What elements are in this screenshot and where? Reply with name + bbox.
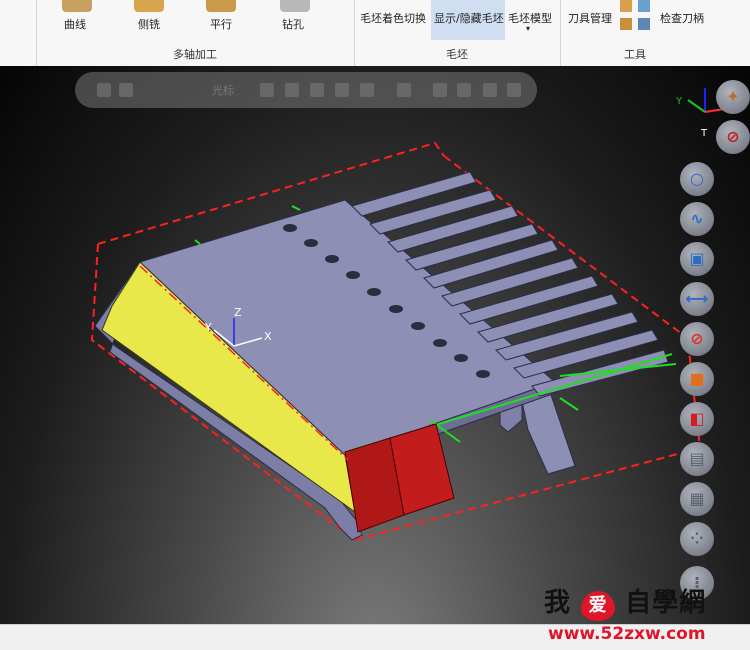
right-leg <box>519 391 576 475</box>
box-view-icon[interactable]: ▣ <box>680 242 714 276</box>
triad-y-label: Y <box>204 321 212 334</box>
multiaxis-group-label: 多轴加工 <box>173 48 217 61</box>
side-milling-icon <box>134 0 164 12</box>
dots-icon[interactable]: ⁘ <box>680 522 714 556</box>
panel-icon[interactable]: ▤ <box>680 442 714 476</box>
triad-z-label: Z <box>234 306 242 319</box>
slice-icon[interactable]: ⊘ <box>680 322 714 356</box>
red-square-icon[interactable]: ◧ <box>680 402 714 436</box>
show-hide-stock-button[interactable]: 显示/隐藏毛坯 <box>434 10 504 26</box>
measure-icon[interactable]: ⟷ <box>680 282 714 316</box>
tools-group: 刀具管理 检查刀柄 工具 <box>560 0 710 66</box>
no-entry-icon[interactable]: ⊘ <box>716 120 750 154</box>
check-tool-holder-button[interactable]: 检查刀柄 <box>660 10 704 26</box>
stock-shade-toggle-button[interactable]: 毛坯着色切换 <box>360 10 426 26</box>
watermark-title-part2: 自學網 <box>625 588 707 618</box>
ribbon: 曲线 侧铣 平行 钻孔 多轴加工 毛坯着色切换 显示/隐藏毛坯 毛坯模型 ▾ 毛… <box>0 0 750 67</box>
gnomon-y-label: Y <box>675 96 683 107</box>
side-milling-button[interactable]: 侧铣 <box>138 16 160 32</box>
stock-group-label: 毛坯 <box>446 48 468 61</box>
parallel-icon <box>206 0 236 12</box>
tool-icon-3[interactable] <box>638 0 650 12</box>
ribbon-left-group <box>0 0 37 66</box>
drilling-icon <box>280 0 310 12</box>
curve-icon[interactable]: ∿ <box>680 202 714 236</box>
site-watermark: 我 爱 自學網 www.52zxw.com <box>540 580 750 648</box>
orange-cube-icon[interactable]: ■ <box>680 362 714 396</box>
graphics-viewport[interactable]: 光标 Z X Y Y T ✦ ⊘ ○ ∿ ▣ ⟷ ⊘ ■ ◧ ▤ ▦ ⁘ ⁝ <box>0 66 750 624</box>
curve-button[interactable]: 曲线 <box>64 16 86 32</box>
gnomon-t-label: T <box>700 128 708 139</box>
tool-icon-2[interactable] <box>620 18 632 30</box>
tools-group-label: 工具 <box>624 48 646 61</box>
watermark-title-part1: 我 <box>544 588 572 618</box>
tool-icon-1[interactable] <box>620 0 632 12</box>
triad-x-label: X <box>264 330 272 343</box>
model-scene[interactable]: Z X Y X Y T <box>0 66 750 624</box>
watermark-title: 我 爱 自學網 <box>544 582 706 621</box>
circle-icon[interactable]: ○ <box>680 162 714 196</box>
curve-machining-icon <box>62 0 92 12</box>
stock-icon[interactable]: ✦ <box>716 80 750 114</box>
tool-icon-4[interactable] <box>638 18 650 30</box>
heart-icon: 爱 <box>581 591 616 621</box>
drilling-button[interactable]: 钻孔 <box>282 16 304 32</box>
tool-manager-button[interactable]: 刀具管理 <box>568 10 612 26</box>
parallel-button[interactable]: 平行 <box>210 16 232 32</box>
grid-icon[interactable]: ▦ <box>680 482 714 516</box>
watermark-url: www.52zxw.com <box>548 624 706 644</box>
stock-group: 毛坯着色切换 显示/隐藏毛坯 毛坯模型 ▾ 毛坯 <box>354 0 561 66</box>
stock-model-dropdown-icon[interactable]: ▾ <box>526 24 530 33</box>
multiaxis-group: 曲线 侧铣 平行 钻孔 多轴加工 <box>36 0 355 66</box>
